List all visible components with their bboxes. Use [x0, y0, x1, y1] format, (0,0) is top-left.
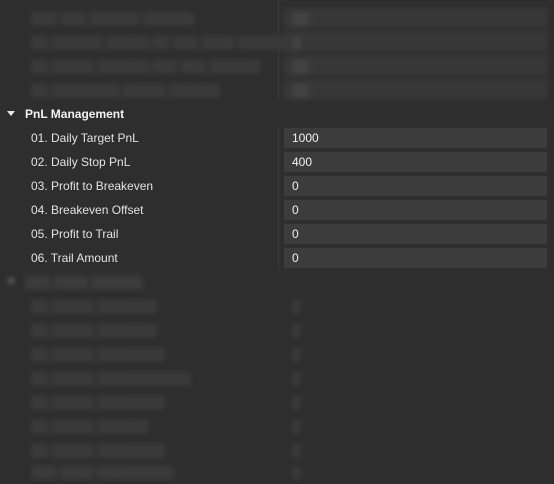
property-label: 05. Profit to Trail	[31, 227, 119, 241]
property-label: ░░ ░░░░░░░░ ░░░░░ ░░░░░░	[31, 83, 220, 97]
property-label: 01. Daily Target PnL	[31, 131, 139, 145]
property-label: ░░░ ░░░ ░░░░░░ ░░░░░░	[31, 11, 195, 25]
property-row[interactable]: ░░ ░░░░░ ░░░░░░░ ░	[0, 294, 554, 318]
trail-amount-input[interactable]: 0	[284, 248, 547, 268]
property-row[interactable]: ░░ ░░░░░░ ░░░░░ ░░ ░░░ ░░░░ ░░░░░░ ░	[0, 30, 554, 54]
property-label: ░░ ░░░░░░ ░░░░░ ░░ ░░░ ░░░░ ░░░░░░	[31, 35, 290, 49]
property-row[interactable]: ░░ ░░░░░ ░░░░░░░░ ░	[0, 342, 554, 366]
expand-arrow-icon[interactable]	[7, 111, 15, 116]
property-label: 03. Profit to Breakeven	[31, 179, 154, 193]
property-value-field[interactable]: ░	[284, 32, 547, 52]
property-row[interactable]: ░░░ ░░░ ░░░░░░ ░░░░░░ ░░	[0, 6, 554, 30]
checkbox-field[interactable]: ░	[284, 462, 547, 482]
property-label: ░░ ░░░░░ ░░░░░░░	[31, 323, 157, 337]
property-row[interactable]: ░░ ░░░░░ ░░░░░░░░ ░	[0, 438, 554, 462]
property-label: ░░ ░░░░░ ░░░░░░░░░░░	[31, 371, 191, 385]
property-label: ░░ ░░░░░ ░░░░░░░░	[31, 443, 166, 457]
property-label: 02. Daily Stop PnL	[31, 155, 131, 169]
checkbox-field[interactable]: ░	[284, 416, 547, 436]
property-row[interactable]: ░░ ░░░░░ ░░░░░░░░ ░	[0, 390, 554, 414]
property-row-trail-amount[interactable]: 06. Trail Amount 0	[0, 246, 554, 270]
property-row-profit-to-trail[interactable]: 05. Profit to Trail 0	[0, 222, 554, 246]
property-label: ░░░ ░░░░ ░░░░░░░░░	[31, 465, 174, 479]
daily-target-pnl-input[interactable]: 1000	[284, 128, 547, 148]
property-label: ░░ ░░░░░ ░░░░░░░	[31, 299, 157, 313]
section-title: ░░░ ░░░░ ░░░░░░	[25, 275, 143, 289]
property-label: ░░ ░░░░░ ░░░░░░░░	[31, 347, 166, 361]
property-row[interactable]: ░░ ░░░░░ ░░░░░░ ░	[0, 414, 554, 438]
property-label: ░░ ░░░░░ ░░░░░░ ░░░ ░░░ ░░░░░░	[31, 59, 261, 73]
collapsed-section-header[interactable]: ░░░ ░░░░ ░░░░░░	[0, 270, 554, 294]
property-row-profit-to-breakeven[interactable]: 03. Profit to Breakeven 0	[0, 174, 554, 198]
property-row-daily-target-pnl[interactable]: 01. Daily Target PnL 1000	[0, 126, 554, 150]
property-row[interactable]: ░░ ░░░░░ ░░░░░░░ ░	[0, 318, 554, 342]
property-row[interactable]: ░░ ░░░░░ ░░░░░░ ░░░ ░░░ ░░░░░░ ░░	[0, 54, 554, 78]
daily-stop-pnl-input[interactable]: 400	[284, 152, 547, 172]
property-label: 06. Trail Amount	[31, 251, 118, 265]
checkbox-field[interactable]: ░	[284, 392, 547, 412]
property-value-field[interactable]: ░░	[284, 8, 547, 28]
property-row-breakeven-offset[interactable]: 04. Breakeven Offset 0	[0, 198, 554, 222]
property-label: ░░ ░░░░░ ░░░░░░	[31, 419, 149, 433]
property-grid: ░░░ ░░░ ░░░░░░ ░░░░░░ ░░ ░░ ░░░░░░ ░░░░░…	[0, 0, 554, 479]
property-value-field[interactable]: ░░	[284, 56, 547, 76]
checkbox-field[interactable]: ░	[284, 440, 547, 460]
profit-to-breakeven-input[interactable]: 0	[284, 176, 547, 196]
checkbox-field[interactable]: ░	[284, 296, 547, 316]
property-row-daily-stop-pnl[interactable]: 02. Daily Stop PnL 400	[0, 150, 554, 174]
profit-to-trail-input[interactable]: 0	[284, 224, 547, 244]
column-divider[interactable]	[278, 0, 279, 101]
property-row[interactable]: ░░ ░░░░░░░░ ░░░░░ ░░░░░░ ░░	[0, 78, 554, 102]
breakeven-offset-input[interactable]: 0	[284, 200, 547, 220]
checkbox-field[interactable]: ░	[284, 344, 547, 364]
property-row[interactable]: ░░ ░░░░░ ░░░░░░░░░░░ ░	[0, 366, 554, 390]
checkbox-field[interactable]: ░	[284, 368, 547, 388]
property-label: ░░ ░░░░░ ░░░░░░░░	[31, 395, 166, 409]
property-label: 04. Breakeven Offset	[31, 203, 144, 217]
property-row[interactable]: ░░░ ░░░░ ░░░░░░░░░ ░	[0, 460, 554, 484]
pnl-management-section-header[interactable]: PnL Management	[0, 102, 554, 126]
section-title: PnL Management	[25, 107, 125, 121]
expand-arrow-icon[interactable]	[7, 279, 15, 284]
checkbox-field[interactable]: ░	[284, 320, 547, 340]
property-value-field[interactable]: ░░	[284, 80, 547, 100]
